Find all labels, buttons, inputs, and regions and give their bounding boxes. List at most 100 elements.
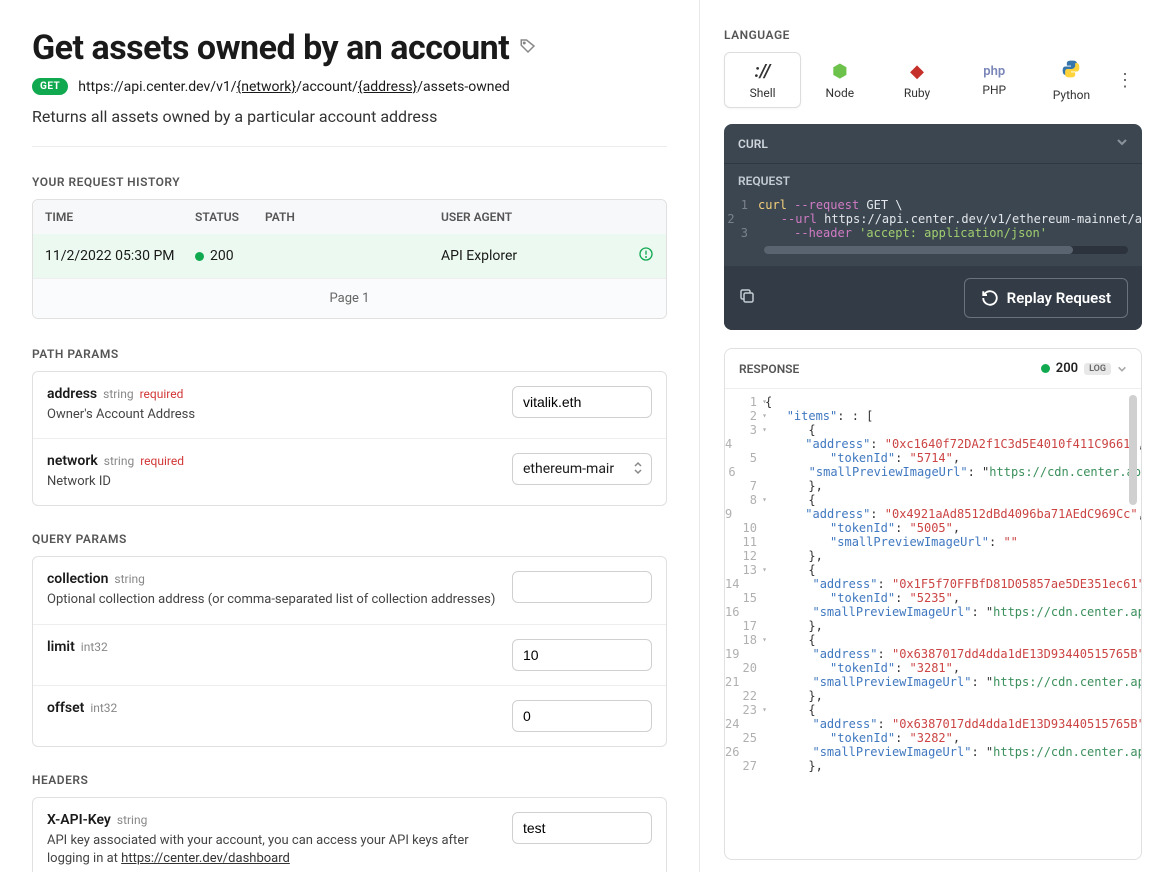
history-row[interactable]: 11/2/2022 05:30 PM 200 API Explorer xyxy=(33,234,666,278)
json-line: 25 "tokenId": "3282", xyxy=(725,731,1141,745)
response-panel: RESPONSE 200 LOG 1▾{2▾ "items": : [3▾ {4… xyxy=(724,348,1142,860)
lang-php[interactable]: php PHP xyxy=(956,52,1033,108)
xapikey-input[interactable] xyxy=(512,812,652,844)
history-table: TIME STATUS PATH USER AGENT 11/2/2022 05… xyxy=(32,199,667,319)
horizontal-scrollbar[interactable] xyxy=(764,246,1128,254)
log-badge: LOG xyxy=(1084,363,1111,375)
param-description: Owner's Account Address xyxy=(47,406,496,424)
param-required: required xyxy=(140,454,184,468)
param-type: string xyxy=(114,572,144,586)
offset-input[interactable] xyxy=(512,700,652,732)
json-line: 7 }, xyxy=(725,479,1141,493)
json-line: 19 "address": "0x6387017dd4dda1dE13D9344… xyxy=(725,647,1141,661)
json-line: 16 "smallPreviewImageUrl": "https://cdn.… xyxy=(725,605,1141,619)
ruby-icon: ◆ xyxy=(910,61,924,82)
response-label: RESPONSE xyxy=(739,362,799,376)
json-line: 1▾{ xyxy=(725,395,1141,409)
json-line: 15 "tokenId": "5235", xyxy=(725,591,1141,605)
shell-icon: :// xyxy=(755,61,771,82)
json-line: 11 "smallPreviewImageUrl": "" xyxy=(725,535,1141,549)
network-select[interactable]: ethereum-mair xyxy=(512,453,652,485)
divider xyxy=(32,146,667,147)
param-name: address xyxy=(47,386,97,402)
history-time: 11/2/2022 05:30 PM xyxy=(45,248,195,264)
json-line: 17 }, xyxy=(725,619,1141,633)
history-col-agent: USER AGENT xyxy=(441,210,654,224)
curl-panel: CURL REQUEST 1curl --request GET \ 2 --u… xyxy=(724,124,1142,330)
php-icon: php xyxy=(983,64,1005,79)
param-address: address string required Owner's Account … xyxy=(33,372,666,439)
curl-header[interactable]: CURL xyxy=(724,124,1142,164)
node-icon: ⬢ xyxy=(832,61,848,82)
json-line: 9 "address": "0x4921aAd8512dBd4096ba71AE… xyxy=(725,507,1141,521)
json-line: 13▾ { xyxy=(725,563,1141,577)
more-languages-button[interactable]: ⋮ xyxy=(1110,70,1142,91)
json-line: 24 "address": "0x6387017dd4dda1dE13D9344… xyxy=(725,717,1141,731)
json-line: 22 }, xyxy=(725,689,1141,703)
param-required: required xyxy=(140,387,184,401)
path-params-label: PATH PARAMS xyxy=(32,347,667,361)
param-type: int32 xyxy=(90,701,117,715)
replay-icon xyxy=(981,289,999,307)
copy-button[interactable] xyxy=(738,287,756,309)
json-line: 27 }, xyxy=(725,759,1141,773)
lang-python[interactable]: Python xyxy=(1033,52,1110,108)
lang-node[interactable]: ⬢ Node xyxy=(801,52,878,108)
collection-input[interactable] xyxy=(512,571,652,603)
param-name: collection xyxy=(47,571,108,587)
json-line: 10 "tokenId": "5005", xyxy=(725,521,1141,535)
response-status[interactable]: 200 LOG xyxy=(1041,361,1127,376)
endpoint-description: Returns all assets owned by a particular… xyxy=(32,107,667,126)
lang-shell[interactable]: :// Shell xyxy=(724,52,801,108)
param-name: X-API-Key xyxy=(47,812,111,828)
history-col-path: PATH xyxy=(265,210,441,224)
json-line: 20 "tokenId": "3281", xyxy=(725,661,1141,675)
python-icon xyxy=(1061,59,1081,84)
param-name: offset xyxy=(47,700,84,716)
param-name: network xyxy=(47,453,98,469)
json-line: 23▾ { xyxy=(725,703,1141,717)
chevron-updown-icon xyxy=(633,461,643,477)
limit-input[interactable] xyxy=(512,639,652,671)
response-body: 1▾{2▾ "items": : [3▾ {4 "address": "0xc1… xyxy=(725,389,1141,859)
param-offset: offset int32 xyxy=(33,686,666,746)
param-description: Optional collection address (or comma-se… xyxy=(47,591,496,609)
address-input[interactable] xyxy=(512,386,652,418)
param-type: string xyxy=(104,454,134,468)
history-label: YOUR REQUEST HISTORY xyxy=(32,175,667,189)
history-agent: API Explorer xyxy=(441,248,654,264)
param-xapikey: X-API-Key string API key associated with… xyxy=(33,798,666,872)
history-col-status: STATUS xyxy=(195,210,265,224)
json-line: 5 "tokenId": "5714", xyxy=(725,451,1141,465)
json-line: 12 }, xyxy=(725,549,1141,563)
headers-label: HEADERS xyxy=(32,773,667,787)
vertical-scrollbar[interactable] xyxy=(1129,395,1137,505)
replay-request-button[interactable]: Replay Request xyxy=(964,278,1128,318)
alert-icon xyxy=(638,246,654,266)
param-type: int32 xyxy=(81,640,108,654)
chevron-down-icon xyxy=(1116,136,1128,151)
json-line: 6 "smallPreviewImageUrl": "https://cdn.c… xyxy=(725,465,1141,479)
json-line: 4 "address": "0xc1640f72DA2f1C3d5E4010f4… xyxy=(725,437,1141,451)
http-method-badge: GET xyxy=(32,78,68,95)
param-limit: limit int32 xyxy=(33,625,666,686)
query-params-label: QUERY PARAMS xyxy=(32,532,667,546)
history-status: 200 xyxy=(210,248,234,264)
json-line: 21 "smallPreviewImageUrl": "https://cdn.… xyxy=(725,675,1141,689)
history-col-time: TIME xyxy=(45,210,195,224)
param-name: limit xyxy=(47,639,75,655)
json-line: 3▾ { xyxy=(725,423,1141,437)
json-line: 26 "smallPreviewImageUrl": "https://cdn.… xyxy=(725,745,1141,759)
param-network: network string required Network ID ether… xyxy=(33,439,666,505)
tag-icon xyxy=(519,37,537,59)
param-description: API key associated with your account, yo… xyxy=(47,832,496,868)
dashboard-link[interactable]: https://center.dev/dashboard xyxy=(121,851,290,866)
request-label: REQUEST xyxy=(724,164,1142,194)
page-title: Get assets owned by an account xyxy=(32,28,509,68)
param-description: Network ID xyxy=(47,473,496,491)
param-collection: collection string Optional collection ad… xyxy=(33,557,666,624)
chevron-down-icon xyxy=(1117,364,1127,374)
json-line: 8▾ { xyxy=(725,493,1141,507)
json-line: 18▾ { xyxy=(725,633,1141,647)
lang-ruby[interactable]: ◆ Ruby xyxy=(878,52,955,108)
